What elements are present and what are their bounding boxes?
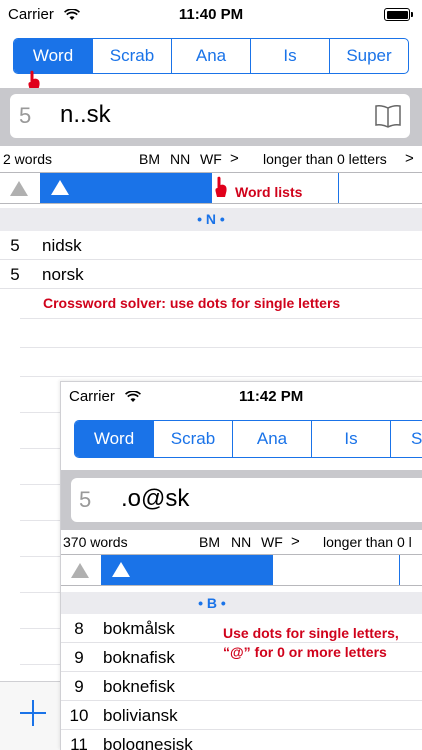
filter-nn[interactable]: NN (231, 534, 251, 550)
word: bolognesisk (103, 735, 193, 750)
word: nidsk (42, 236, 82, 255)
mode-segmented-control[interactable]: Word Scrab Ana Is Super (13, 38, 409, 74)
word-count: 370 words (63, 534, 128, 550)
annotation-dots-line2: “@” for 0 or more letters (223, 644, 387, 660)
tab-empty[interactable] (338, 173, 422, 203)
search-length: 5 (79, 487, 92, 512)
status-time: 11:40 PM (178, 6, 244, 23)
sort-triangle-icon (51, 180, 69, 195)
search-query[interactable]: .o@sk (121, 485, 189, 513)
word-length: 5 (10, 236, 20, 255)
word-length: 9 (74, 648, 84, 667)
bottom-toolbar (0, 681, 60, 750)
row-divider (20, 520, 60, 521)
tab-selected[interactable] (101, 555, 273, 585)
length-filter[interactable]: longer than 0 letters (263, 151, 387, 167)
book-icon[interactable] (374, 104, 402, 128)
annotation-word-lists: Word lists (235, 184, 303, 200)
plus-icon[interactable] (20, 700, 46, 726)
status-bar: Carrier 11:40 PM (0, 0, 422, 30)
segment-scrab[interactable]: Scrab (92, 39, 171, 73)
search-field[interactable]: 5 n..sk (10, 94, 410, 138)
segment-super[interactable]: Su (390, 421, 422, 457)
row-divider (20, 484, 60, 485)
sort-triangle-icon[interactable] (71, 563, 89, 578)
tab-empty[interactable] (399, 555, 422, 585)
word: bokmålsk (103, 619, 175, 638)
search-length: 5 (19, 103, 32, 128)
list-tabs (0, 172, 422, 204)
battery-icon (384, 8, 413, 21)
sort-triangle-icon (112, 562, 130, 577)
word: boknafisk (103, 648, 175, 667)
filter-wf[interactable]: WF (261, 534, 283, 550)
front-screen: Carrier 11:42 PM Word Scrab Ana Is Su 5 … (60, 381, 422, 750)
word-count: 2 words (3, 151, 53, 167)
mode-segmented-control[interactable]: Word Scrab Ana Is Su (74, 420, 422, 458)
chevron-right-icon[interactable]: > (291, 533, 300, 550)
word-length: 5 (10, 265, 20, 284)
filter-bm[interactable]: BM (139, 151, 160, 167)
list-item[interactable]: 5 nidsk (0, 231, 422, 260)
row-divider (20, 628, 60, 629)
tab-selected[interactable] (40, 173, 212, 203)
list-item[interactable]: 11 bolognesisk (61, 730, 422, 750)
list-item[interactable]: 5 norsk (0, 260, 422, 289)
length-filter[interactable]: longer than 0 l (323, 534, 412, 550)
list-item[interactable]: 9 boknefisk (61, 672, 422, 701)
row-divider (20, 376, 422, 377)
filter-bm[interactable]: BM (199, 534, 220, 550)
row-divider (20, 318, 422, 319)
list-tabs (61, 554, 422, 586)
list-item[interactable]: 10 boliviansk (61, 701, 422, 730)
word: boliviansk (103, 706, 178, 725)
segment-super[interactable]: Super (329, 39, 408, 73)
row-divider (20, 412, 60, 413)
segment-is[interactable]: Is (250, 39, 329, 73)
row-divider (20, 347, 422, 348)
word: boknefisk (103, 677, 175, 696)
sort-triangle-icon[interactable] (10, 181, 28, 196)
segment-word[interactable]: Word (14, 39, 92, 73)
segment-ana[interactable]: Ana (232, 421, 311, 457)
search-bar-area: 5 .o@sk (61, 470, 422, 530)
word: norsk (42, 265, 84, 284)
annotation-crossword: Crossword solver: use dots for single le… (43, 295, 341, 311)
section-header: • B • (61, 592, 422, 614)
annotation-dots-line1: Use dots for single letters, (223, 625, 399, 641)
search-field[interactable]: 5 .o@sk (71, 478, 422, 522)
word-length: 9 (74, 677, 84, 696)
search-query[interactable]: n..sk (60, 101, 111, 129)
row-divider (20, 448, 60, 449)
pointing-hand-icon (215, 176, 227, 197)
segment-word[interactable]: Word (75, 421, 153, 457)
section-header: • N • (0, 208, 422, 231)
row-divider (20, 592, 60, 593)
filter-nn[interactable]: NN (170, 151, 190, 167)
filter-wf[interactable]: WF (200, 151, 222, 167)
word-length: 8 (74, 619, 84, 638)
word-length: 11 (70, 735, 88, 750)
word-length: 10 (69, 706, 89, 725)
status-bar: Carrier 11:42 PM (61, 382, 422, 412)
wifi-icon (125, 391, 142, 403)
row-divider (20, 556, 60, 557)
segment-is[interactable]: Is (311, 421, 390, 457)
status-time: 11:42 PM (239, 388, 304, 405)
segment-ana[interactable]: Ana (171, 39, 250, 73)
row-divider (20, 664, 60, 665)
chevron-right-icon[interactable]: > (230, 150, 239, 167)
search-bar-area: 5 n..sk (0, 88, 422, 146)
chevron-right-icon[interactable]: > (405, 150, 414, 167)
segment-scrab[interactable]: Scrab (153, 421, 232, 457)
carrier-label: Carrier (69, 388, 142, 405)
